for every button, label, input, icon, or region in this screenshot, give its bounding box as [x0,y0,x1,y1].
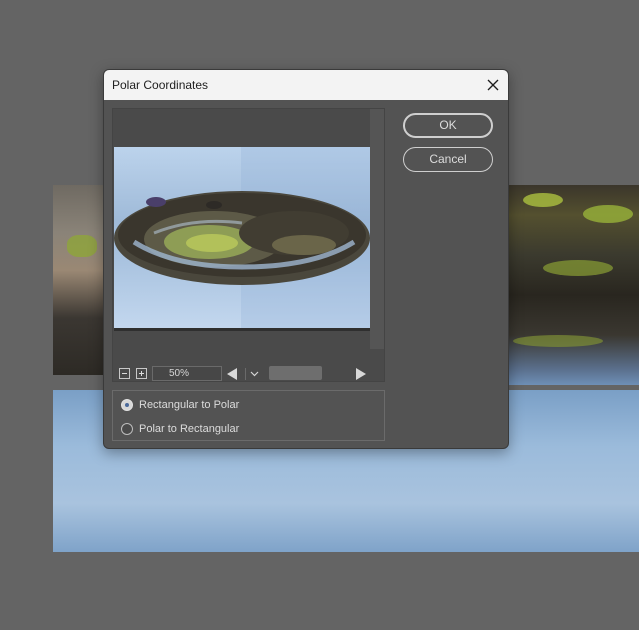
chevron-down-icon [250,371,259,377]
polar-preview-graphic [114,191,370,285]
preview-zoom-controls: 50% [112,364,385,382]
triangle-right-icon[interactable] [356,368,366,380]
option-label: Polar to Rectangular [139,423,240,435]
radio-button-checked[interactable] [121,399,133,411]
dialog-titlebar: Polar Coordinates [104,70,508,100]
ok-button[interactable]: OK [403,113,493,138]
filter-preview-panel[interactable] [112,108,385,382]
zoom-level-field[interactable]: 50% [152,366,259,381]
canvas-moss-patch [523,193,563,207]
conversion-options-group: Rectangular to Polar Polar to Rectangula… [112,390,385,441]
polar-coordinates-dialog: Polar Coordinates 50% Rectangular to Pol… [103,69,509,449]
preview-image[interactable] [114,147,370,331]
dialog-title: Polar Coordinates [112,78,209,92]
option-label: Rectangular to Polar [139,399,240,411]
triangle-left-icon[interactable] [227,368,237,380]
preview-horizontal-scroll-thumb[interactable] [269,366,322,380]
zoom-dropdown-button[interactable] [245,368,262,380]
zoom-in-icon[interactable] [136,368,147,379]
cancel-button[interactable]: Cancel [403,147,493,172]
close-button[interactable] [478,70,508,100]
preview-bottom-edge [114,328,370,331]
preview-vertical-scrollbar[interactable] [370,109,384,349]
radio-button[interactable] [121,423,133,435]
canvas-moss-patch [543,260,613,276]
canvas-moss-patch [67,235,97,257]
close-icon [487,79,499,91]
canvas-image-left [53,185,103,375]
canvas-moss-patch [513,335,603,347]
zoom-out-icon[interactable] [119,368,130,379]
zoom-level-value: 50% [169,368,190,379]
canvas-moss-patch [583,205,633,223]
